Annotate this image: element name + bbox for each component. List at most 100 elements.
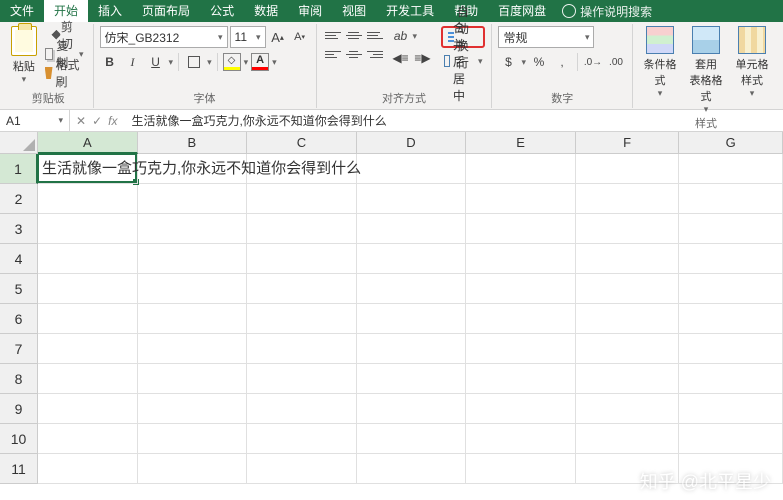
cell-D4[interactable] <box>357 244 467 274</box>
cell-A3[interactable] <box>38 214 138 244</box>
fx-button[interactable]: fx <box>108 114 117 128</box>
row-header-1[interactable]: 1 <box>0 154 38 184</box>
decrease-indent-button[interactable]: ◀≡ <box>391 48 411 68</box>
cell-F9[interactable] <box>576 394 680 424</box>
cell-G3[interactable] <box>679 214 783 244</box>
increase-decimal-button[interactable]: .0→ <box>583 52 603 72</box>
tab-view[interactable]: 视图 <box>332 0 376 22</box>
tab-formulas[interactable]: 公式 <box>200 0 244 22</box>
cell-B6[interactable] <box>138 304 248 334</box>
cell-B2[interactable] <box>138 184 248 214</box>
align-right-button[interactable] <box>365 45 385 63</box>
tab-developer[interactable]: 开发工具 <box>376 0 444 22</box>
column-header-G[interactable]: G <box>679 132 783 154</box>
enter-formula-button[interactable]: ✓ <box>92 114 102 128</box>
border-button[interactable] <box>184 52 204 72</box>
cell-G7[interactable] <box>679 334 783 364</box>
align-top-button[interactable] <box>323 26 343 44</box>
cell-E1[interactable] <box>466 154 575 184</box>
cell-G2[interactable] <box>679 184 783 214</box>
row-header-7[interactable]: 7 <box>0 334 38 364</box>
cell-F1[interactable] <box>576 154 680 184</box>
cell-A11[interactable] <box>38 454 138 484</box>
cell-D10[interactable] <box>357 424 467 454</box>
row-header-11[interactable]: 11 <box>0 454 38 484</box>
cell-C9[interactable] <box>247 394 357 424</box>
cell-G4[interactable] <box>679 244 783 274</box>
cell-E10[interactable] <box>466 424 576 454</box>
row-header-10[interactable]: 10 <box>0 424 38 454</box>
cell-E7[interactable] <box>466 334 576 364</box>
conditional-format-button[interactable]: 条件格式▾ <box>639 26 681 99</box>
comma-format-button[interactable]: , <box>552 52 572 72</box>
cell-A9[interactable] <box>38 394 138 424</box>
cancel-formula-button[interactable]: ✕ <box>76 114 86 128</box>
formula-input[interactable]: 生活就像一盒巧克力,你永远不知道你会得到什么 <box>123 112 386 129</box>
tab-data[interactable]: 数据 <box>244 0 288 22</box>
cell-C5[interactable] <box>247 274 357 304</box>
cell-A1[interactable]: 生活就像一盒巧克力,你永远不知道你会得到什么 <box>38 154 138 184</box>
cell-F8[interactable] <box>576 364 680 394</box>
column-header-F[interactable]: F <box>576 132 680 154</box>
row-header-2[interactable]: 2 <box>0 184 38 214</box>
cell-C2[interactable] <box>247 184 357 214</box>
italic-button[interactable]: I <box>123 52 143 72</box>
cell-D2[interactable] <box>357 184 467 214</box>
tab-insert[interactable]: 插入 <box>88 0 132 22</box>
cell-G8[interactable] <box>679 364 783 394</box>
cell-F4[interactable] <box>576 244 680 274</box>
align-center-button[interactable] <box>344 45 364 63</box>
cell-B3[interactable] <box>138 214 248 244</box>
cell-A7[interactable] <box>38 334 138 364</box>
row-header-9[interactable]: 9 <box>0 394 38 424</box>
decrease-decimal-button[interactable]: .00 <box>606 52 626 72</box>
cell-D7[interactable] <box>357 334 467 364</box>
cell-C11[interactable] <box>247 454 357 484</box>
cell-A10[interactable] <box>38 424 138 454</box>
cell-G6[interactable] <box>679 304 783 334</box>
paste-dropdown-icon[interactable]: ▾ <box>10 74 38 85</box>
cell-B11[interactable] <box>138 454 248 484</box>
cell-G5[interactable] <box>679 274 783 304</box>
increase-indent-button[interactable]: ≡▶ <box>413 48 433 68</box>
column-header-C[interactable]: C <box>247 132 357 154</box>
cell-F10[interactable] <box>576 424 680 454</box>
tab-baidu[interactable]: 百度网盘 <box>488 0 556 22</box>
align-bottom-button[interactable] <box>365 26 385 44</box>
cell-C8[interactable] <box>247 364 357 394</box>
cell-E6[interactable] <box>466 304 576 334</box>
tab-review[interactable]: 审阅 <box>288 0 332 22</box>
cell-G10[interactable] <box>679 424 783 454</box>
format-painter-button[interactable]: 格式刷 <box>42 64 87 82</box>
row-header-6[interactable]: 6 <box>0 304 38 334</box>
font-color-button[interactable]: A <box>251 53 269 71</box>
cell-D5[interactable] <box>357 274 467 304</box>
orientation-button[interactable]: ab <box>391 26 411 46</box>
cell-B8[interactable] <box>138 364 248 394</box>
merge-center-button[interactable]: 合并后居中 ▾ <box>441 51 486 71</box>
cell-E8[interactable] <box>466 364 576 394</box>
cell-D9[interactable] <box>357 394 467 424</box>
column-header-B[interactable]: B <box>138 132 248 154</box>
paste-button[interactable]: 粘贴 ▾ <box>10 26 38 85</box>
align-left-button[interactable] <box>323 45 343 63</box>
tab-file[interactable]: 文件 <box>0 0 44 22</box>
cell-D6[interactable] <box>357 304 467 334</box>
cell-B9[interactable] <box>138 394 248 424</box>
cell-D1[interactable] <box>357 154 466 184</box>
font-name-select[interactable]: 仿宋_GB2312▾ <box>100 26 228 48</box>
column-header-E[interactable]: E <box>466 132 576 154</box>
cell-C3[interactable] <box>247 214 357 244</box>
row-header-5[interactable]: 5 <box>0 274 38 304</box>
cell-A6[interactable] <box>38 304 138 334</box>
cell-E5[interactable] <box>466 274 576 304</box>
cell-C4[interactable] <box>247 244 357 274</box>
underline-button[interactable]: U <box>146 52 166 72</box>
row-header-4[interactable]: 4 <box>0 244 38 274</box>
cell-D8[interactable] <box>357 364 467 394</box>
tell-me-search[interactable]: 操作说明搜索 <box>562 3 652 20</box>
cell-F5[interactable] <box>576 274 680 304</box>
cell-B7[interactable] <box>138 334 248 364</box>
cell-E3[interactable] <box>466 214 576 244</box>
cell-G9[interactable] <box>679 394 783 424</box>
